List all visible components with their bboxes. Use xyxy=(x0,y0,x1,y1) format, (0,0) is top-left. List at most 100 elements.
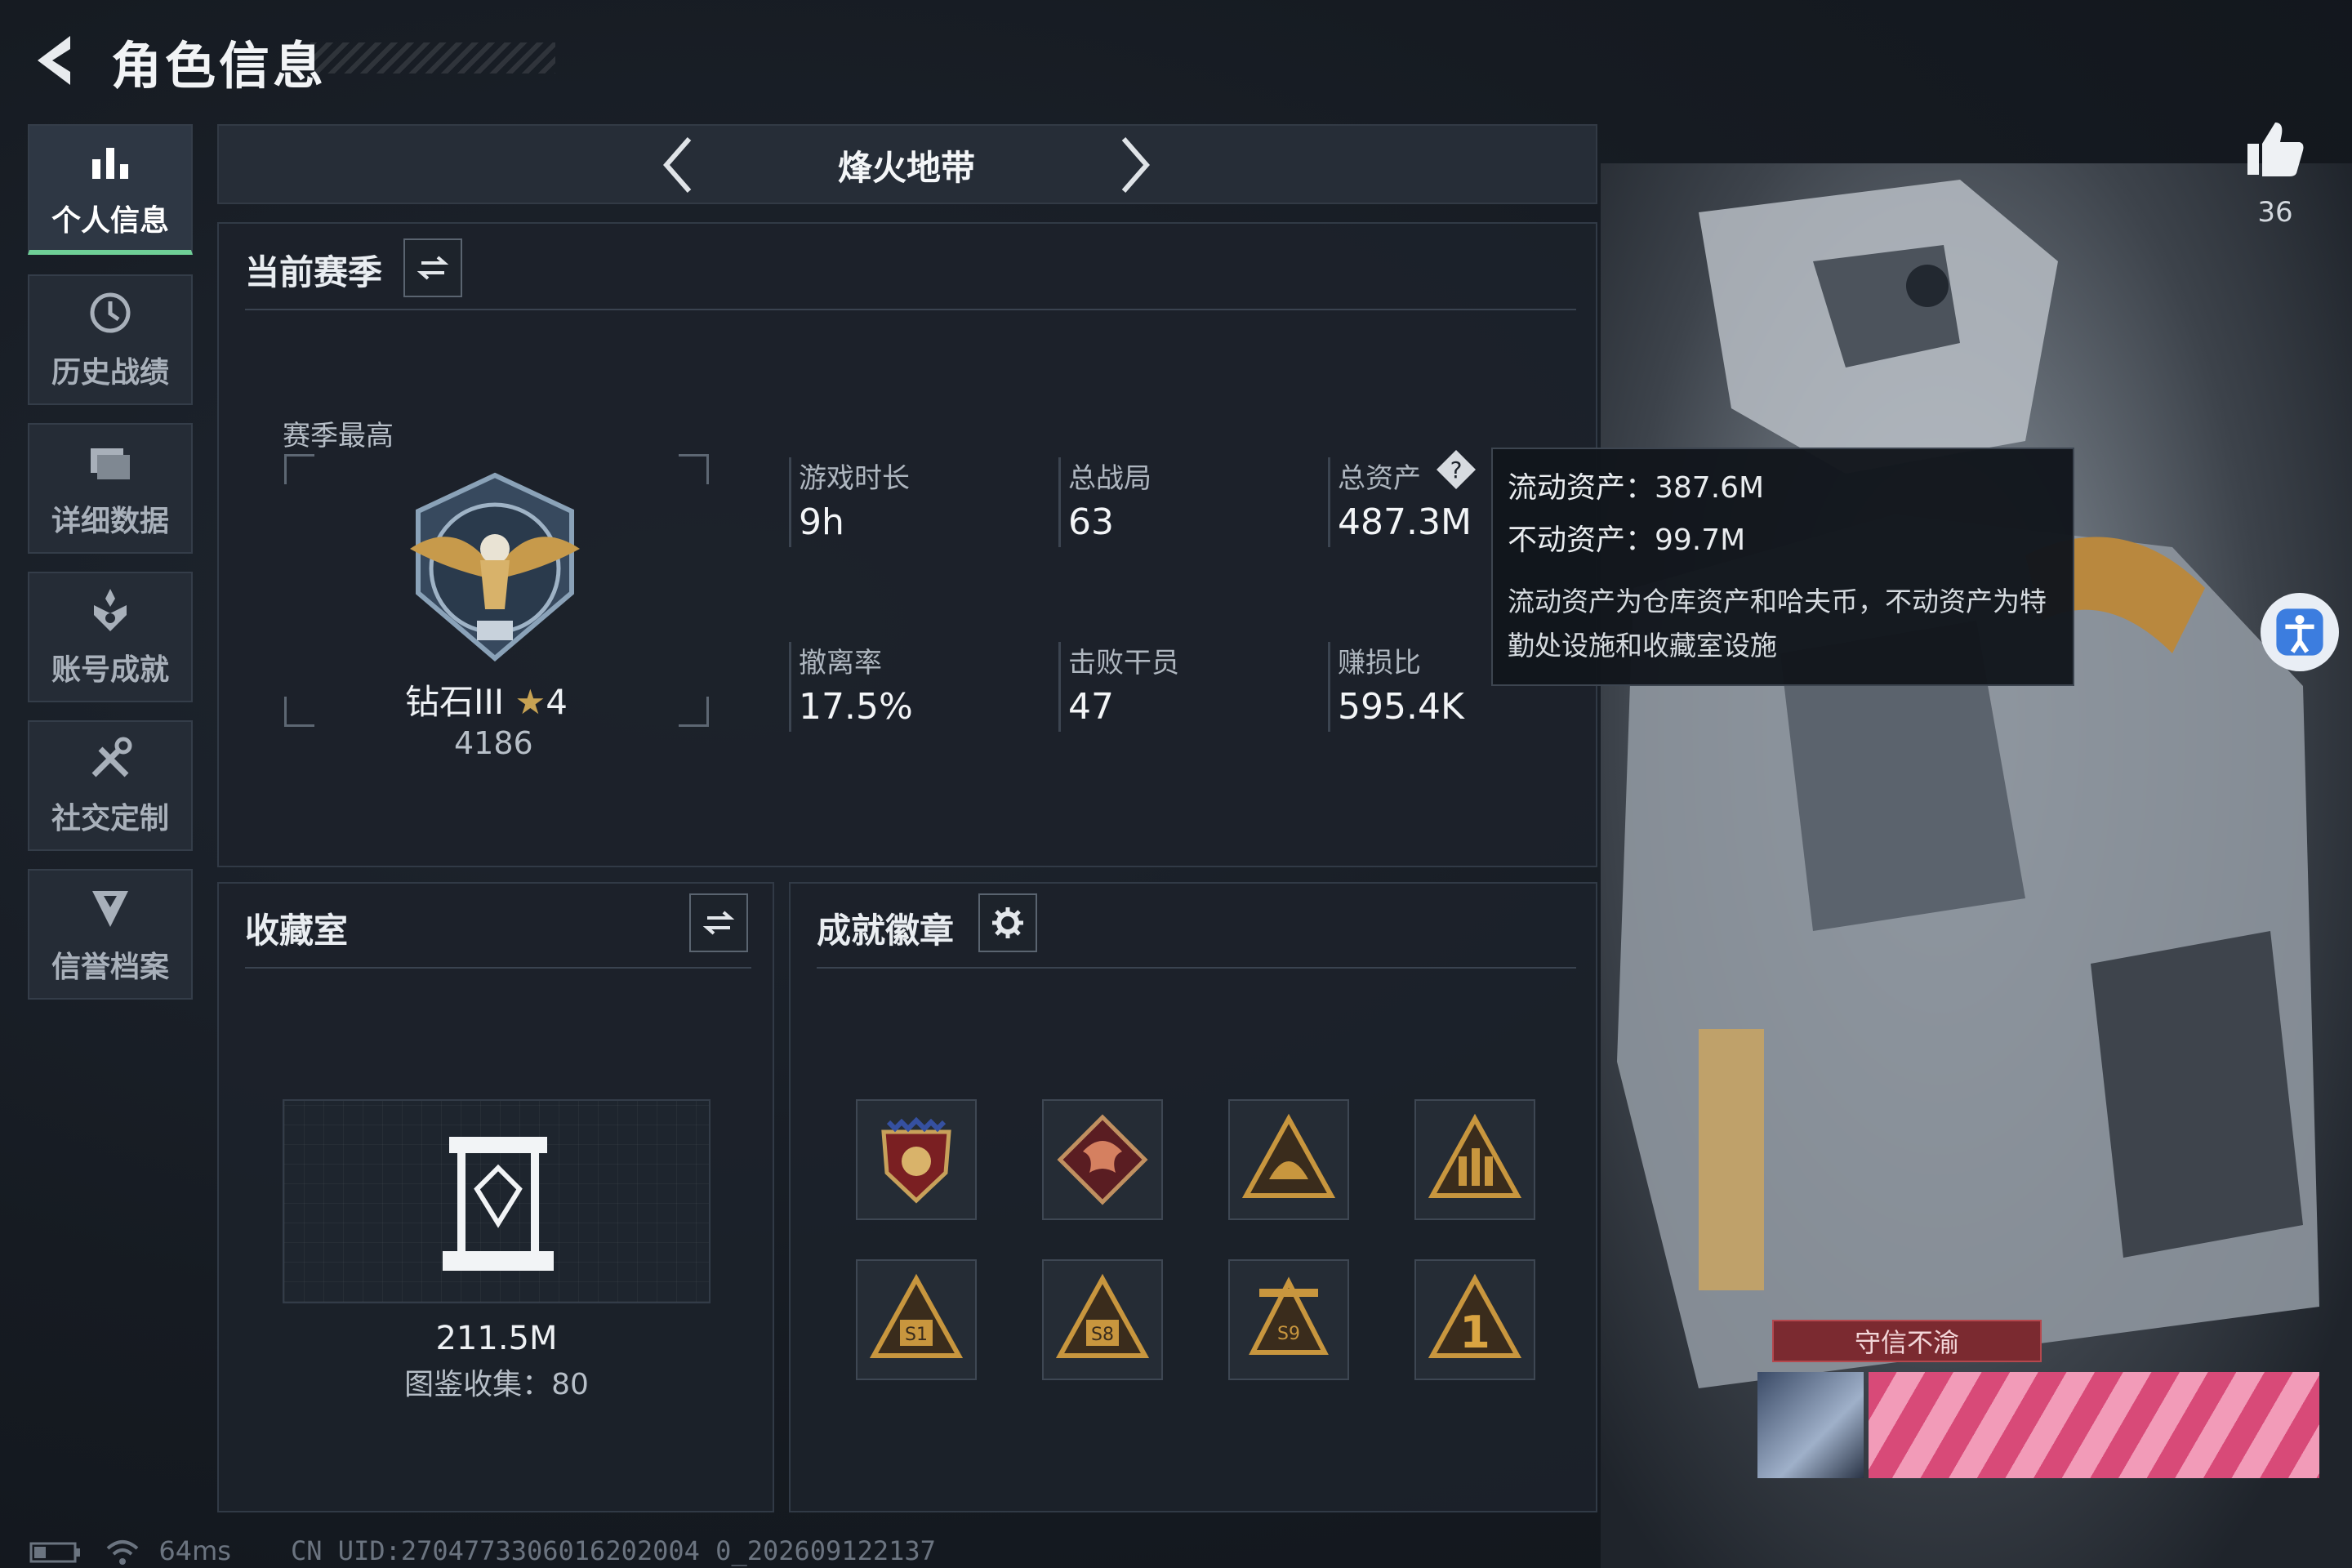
stat-label: 总战局 xyxy=(1068,462,1152,495)
stat-value: 595.4K xyxy=(1338,686,1464,728)
badge-settings-button[interactable] xyxy=(978,893,1037,952)
season-title: 当前赛季 xyxy=(245,252,383,292)
swap-icon xyxy=(416,256,449,280)
player-title-badge: 守信不渝 xyxy=(1772,1320,2042,1362)
chevron-left-icon xyxy=(663,137,692,193)
collection-switch-button[interactable] xyxy=(689,893,748,952)
like-button[interactable] xyxy=(2243,116,2308,181)
season-divider xyxy=(245,309,1576,310)
badge-item[interactable] xyxy=(1228,1099,1349,1220)
stat-divider xyxy=(1328,457,1330,547)
bar-chart-icon xyxy=(92,148,128,179)
svg-text:?: ? xyxy=(1450,457,1463,483)
display-case-icon xyxy=(443,1137,554,1271)
badge-item[interactable]: S1 xyxy=(856,1259,977,1380)
help-diamond-icon: ? xyxy=(1437,450,1476,489)
stat-divider xyxy=(1058,642,1061,732)
nav-item-label: 历史战绩 xyxy=(51,356,169,390)
stat-label: 赚损比 xyxy=(1338,647,1421,679)
stat-label: 总资产 xyxy=(1338,462,1421,495)
season-best-label: 赛季最高 xyxy=(283,420,394,452)
nav-item-label: 信誉档案 xyxy=(51,951,169,984)
collection-divider xyxy=(245,967,751,969)
nav-item-label: 账号成就 xyxy=(51,653,169,687)
nav-item-social-custom[interactable]: 社交定制 xyxy=(28,720,193,851)
squad-badge-icon xyxy=(1428,1113,1522,1198)
nav-item-credibility[interactable]: 信誉档案 xyxy=(28,869,193,1000)
stat-label: 游戏时长 xyxy=(799,462,910,495)
next-mode-button[interactable] xyxy=(1111,131,1160,199)
stat-value: 487.3M xyxy=(1338,501,1472,543)
thumbs-up-icon xyxy=(2247,122,2304,176)
stat-value: 47 xyxy=(1068,686,1114,728)
stat-value: 9h xyxy=(799,501,844,543)
badge-divider xyxy=(817,967,1576,969)
stat-divider xyxy=(789,642,791,732)
badge-item[interactable] xyxy=(1042,1099,1163,1220)
rank-score: 4186 xyxy=(454,725,533,761)
wifi-icon xyxy=(106,1540,139,1565)
rank-name: 钻石III ★4 xyxy=(405,682,568,722)
nav-item-personal-info[interactable]: 个人信息 xyxy=(28,124,193,255)
s1-badge-icon: S1 xyxy=(869,1273,964,1358)
back-arrow-icon xyxy=(38,36,70,85)
nav-item-label: 社交定制 xyxy=(51,802,169,835)
s8-badge-icon: S8 xyxy=(1055,1273,1150,1358)
user-uid: CN UID:2704773306016202004 0_20260912213… xyxy=(291,1535,936,1566)
helmet-badge-icon xyxy=(1241,1113,1336,1198)
like-count: 36 xyxy=(2257,196,2293,229)
stat-label: 击败干员 xyxy=(1068,647,1179,679)
tooltip-note: 流动资产为仓库资产和哈夫币，不动资产为特勤处设施和收藏室设施 xyxy=(1508,586,2047,662)
back-button[interactable] xyxy=(23,28,88,93)
history-clock-icon xyxy=(90,292,131,333)
name-card-banner[interactable] xyxy=(1869,1372,2319,1478)
nav-item-achievements[interactable]: 账号成就 xyxy=(28,572,193,702)
game-mode-name: 烽火地带 xyxy=(837,148,975,188)
badge-item[interactable]: S8 xyxy=(1042,1259,1163,1380)
nav-item-detailed-data[interactable]: 详细数据 xyxy=(28,423,193,554)
battery-icon xyxy=(29,1542,80,1563)
collection-title: 收藏室 xyxy=(245,911,349,951)
svg-text:S9: S9 xyxy=(1277,1324,1300,1344)
catalog-count: 图鉴收集：80 xyxy=(404,1368,589,1401)
title-decoration xyxy=(310,42,555,74)
eagle-crest-badge-icon xyxy=(881,1116,951,1204)
number-one-badge-icon: 1 xyxy=(1428,1273,1522,1358)
svg-text:S8: S8 xyxy=(1091,1325,1114,1345)
data-folder-icon xyxy=(91,448,130,479)
nav-item-history[interactable]: 历史战绩 xyxy=(28,274,193,405)
stat-divider xyxy=(789,457,791,547)
badge-title: 成就徽章 xyxy=(817,911,955,951)
badge-item[interactable]: 1 xyxy=(1414,1259,1535,1380)
network-status: 64ms xyxy=(29,1535,231,1566)
collection-preview[interactable] xyxy=(283,1099,710,1303)
credibility-shield-icon xyxy=(92,891,128,927)
rank-emblem-icon xyxy=(410,472,580,662)
nav-item-label: 详细数据 xyxy=(51,505,169,538)
gear-icon xyxy=(992,907,1023,938)
achievement-icon xyxy=(94,589,127,631)
previous-mode-button[interactable] xyxy=(653,131,702,199)
svg-text:S1: S1 xyxy=(905,1325,928,1345)
accessibility-button[interactable] xyxy=(2261,593,2339,671)
chevron-right-icon xyxy=(1121,137,1150,193)
tools-icon xyxy=(91,737,132,777)
collection-value: 211.5M xyxy=(435,1320,558,1357)
ping-value: 64ms xyxy=(158,1535,231,1566)
s9-badge-icon: S9 xyxy=(1249,1276,1329,1355)
stat-label: 撤离率 xyxy=(799,647,882,679)
accessibility-icon xyxy=(2276,608,2323,656)
stat-divider xyxy=(1058,457,1061,547)
asset-tooltip: 流动资产：387.6M 不动资产：99.7M 流动资产为仓库资产和哈夫币，不动资… xyxy=(1491,448,2074,686)
stat-divider xyxy=(1328,642,1330,732)
avatar[interactable] xyxy=(1757,1372,1864,1478)
nav-item-label: 个人信息 xyxy=(51,204,169,238)
tooltip-fixed-assets: 不动资产：99.7M xyxy=(1508,523,1746,557)
stat-value: 63 xyxy=(1068,501,1114,543)
dragon-badge-icon xyxy=(1057,1114,1148,1205)
badge-item[interactable]: S9 xyxy=(1228,1259,1349,1380)
season-switch-button[interactable] xyxy=(403,238,462,297)
badge-item[interactable] xyxy=(856,1099,977,1220)
asset-info-button[interactable]: ? xyxy=(1434,448,1478,492)
badge-item[interactable] xyxy=(1414,1099,1535,1220)
